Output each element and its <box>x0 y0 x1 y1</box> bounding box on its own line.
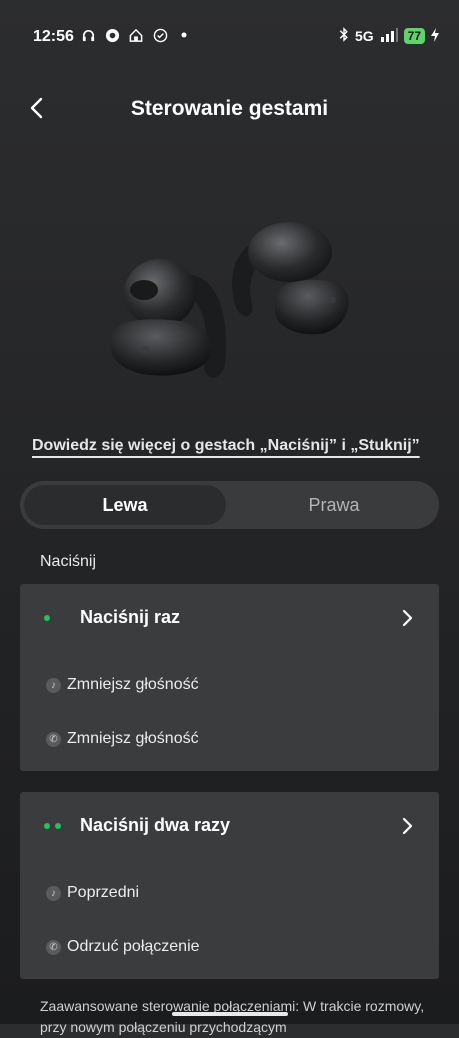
headphones-icon <box>80 27 96 43</box>
chevron-right-icon[interactable] <box>401 608 415 628</box>
advanced-call-control-note: Zaawansowane sterowanie połączeniami: W … <box>40 998 425 1035</box>
gesture-action-music: ♪ Zmniejsz głośność <box>46 676 199 694</box>
tab-left[interactable]: Lewa <box>24 485 226 525</box>
status-bar: 12:56 5G 77 <box>0 0 459 70</box>
music-note-icon: ♪ <box>46 885 61 901</box>
gesture-card-press-once: Naciśnij raz ♪ Zmniejsz głośność ✆ Zmnie… <box>20 584 439 771</box>
page-title: Sterowanie gestami <box>130 97 329 120</box>
gesture-action-call: ✆ Odrzuć połączenie <box>46 938 200 956</box>
check-icon <box>152 27 168 43</box>
gesture-title: Naciśnij dwa razy <box>80 815 231 835</box>
press-dot <box>44 615 50 621</box>
network-label: 5G <box>354 28 374 44</box>
gesture-action-music: ♪ Poprzedni <box>46 884 139 902</box>
phone-icon: ✆ <box>46 939 61 955</box>
gesture-card-header[interactable]: Naciśnij dwa razy <box>20 792 439 862</box>
action-label: Poprzedni <box>67 884 140 901</box>
gesture-card-press-twice: Naciśnij dwa razy ♪ Poprzedni ✆ Odrzuć p… <box>20 792 439 979</box>
status-icons-right: 5G 77 <box>339 27 439 45</box>
gesture-action-call: ✆ Zmniejsz głośność <box>46 730 199 748</box>
section-label: Naciśnij <box>40 553 97 570</box>
header: Sterowanie gestami <box>0 88 459 132</box>
dot-icon <box>176 27 192 43</box>
tab-right[interactable]: Prawa <box>233 485 435 525</box>
side-selector: Lewa Prawa <box>20 481 439 529</box>
circle-app-icon <box>104 27 120 43</box>
gesture-title: Naciśnij raz <box>80 607 181 627</box>
press-indicator <box>44 615 50 621</box>
press-dot <box>55 823 61 829</box>
charging-icon <box>431 27 439 45</box>
action-label: Odrzuć połączenie <box>67 938 200 955</box>
chevron-right-icon[interactable] <box>401 816 415 836</box>
battery-level: 77 <box>403 28 425 44</box>
home-app-icon <box>128 27 144 43</box>
press-dot <box>44 823 50 829</box>
signal-icon <box>380 27 398 45</box>
press-indicator <box>44 823 61 829</box>
earbuds-image <box>100 200 360 390</box>
gesture-card-header[interactable]: Naciśnij raz <box>20 584 439 654</box>
home-indicator[interactable] <box>172 1012 288 1016</box>
phone-icon: ✆ <box>46 731 61 747</box>
music-note-icon: ♪ <box>46 677 61 693</box>
status-time: 12:56 <box>33 28 74 45</box>
action-label: Zmniejsz głośność <box>67 676 199 693</box>
status-icons-left <box>80 27 192 43</box>
learn-more-link[interactable]: Dowiedz się więcej o gestach „Naciśnij” … <box>32 437 420 455</box>
bluetooth-icon <box>339 27 349 45</box>
action-label: Zmniejsz głośność <box>67 730 199 747</box>
